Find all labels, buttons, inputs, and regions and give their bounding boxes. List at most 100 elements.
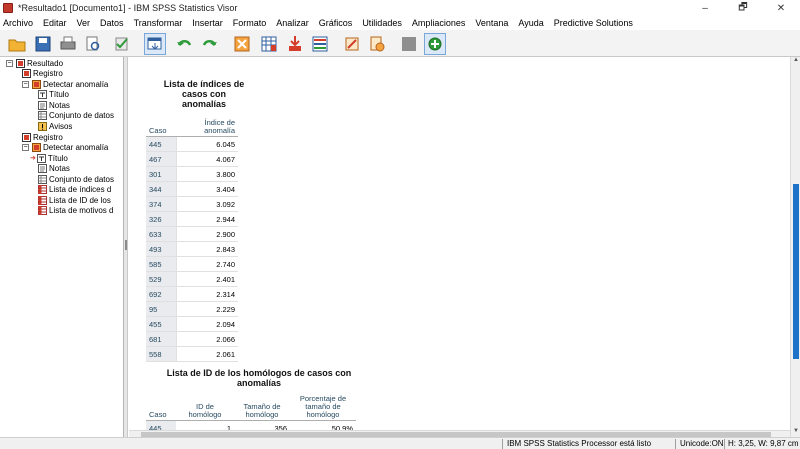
menu-insertar[interactable]: Insertar	[189, 18, 227, 28]
tree-item-label: Lista de motivos d	[49, 205, 114, 215]
case-cell: 344	[146, 181, 176, 197]
menu-ventana[interactable]: Ventana	[472, 18, 512, 28]
tree-item[interactable]: Lista de índices d	[38, 184, 111, 194]
menu-datos[interactable]: Datos	[97, 18, 128, 28]
case-cell: 326	[146, 211, 176, 227]
tree-item[interactable]: − Resultado	[6, 58, 63, 68]
case-cell: 467	[146, 151, 176, 167]
tree-item[interactable]: Notas	[38, 163, 70, 173]
anomaly-index-cell: 6.045	[175, 136, 238, 152]
menu-utilidades[interactable]: Utilidades	[359, 18, 406, 28]
menu-graficos[interactable]: Gráficos	[316, 18, 357, 28]
case-cell: 445	[146, 136, 176, 152]
tree-item-label: Resultado	[27, 58, 64, 68]
anomaly-index-cell: 2.061	[175, 346, 238, 362]
case-cell: 633	[146, 226, 176, 242]
table-row: 633 2.900	[146, 226, 238, 242]
menu-ver[interactable]: Ver	[74, 18, 95, 28]
tree-item-label: Título	[47, 153, 68, 163]
collapse-icon[interactable]: −	[22, 143, 29, 151]
print-icon[interactable]	[57, 33, 79, 55]
vertical-scrollbar[interactable]: ▲ ▼	[790, 57, 800, 437]
table-row: 692 2.314	[146, 286, 238, 302]
table-row: 558 2.061	[146, 346, 238, 362]
redo-icon[interactable]	[199, 33, 221, 55]
menu-formato[interactable]: Formato	[230, 18, 271, 28]
collapse-icon[interactable]: −	[22, 80, 29, 88]
title-bar: *Resultado1 [Documento1] - IBM SPSS Stat…	[0, 0, 800, 16]
menu-bar: Archivo Editar Ver Datos Transformar Ins…	[0, 16, 800, 30]
peer-id-table: Caso ID de homólogo Tamaño de homólogo Por…	[146, 394, 356, 430]
goto-variable-icon[interactable]	[258, 33, 280, 55]
scroll-down-arrow-icon[interactable]: ▼	[791, 428, 800, 437]
peer-pct-cell: 50.9%	[290, 420, 356, 430]
dataset-icon	[38, 174, 47, 184]
menu-ampliaciones[interactable]: Ampliaciones	[409, 18, 470, 28]
tree-item-label: Notas	[49, 163, 70, 173]
menu-archivo[interactable]: Archivo	[0, 18, 37, 28]
tree-item[interactable]: − Detectar anomalía	[22, 142, 108, 152]
tree-item[interactable]: Título	[38, 89, 69, 99]
recall-dialog-icon[interactable]	[144, 33, 166, 55]
case-cell: 529	[146, 271, 176, 287]
log-icon	[16, 58, 25, 68]
menu-transformar[interactable]: Transformar	[131, 18, 187, 28]
tree-item[interactable]: Notas	[38, 100, 70, 110]
table-row: 585 2.740	[146, 256, 238, 272]
horizontal-scrollbar[interactable]	[129, 430, 790, 437]
tree-item[interactable]: Avisos	[38, 121, 72, 131]
use-sets-icon[interactable]	[341, 33, 363, 55]
open-folder-icon[interactable]	[6, 33, 28, 55]
tree-item-label: Avisos	[49, 121, 73, 131]
unicode-status: Unicode:ON	[680, 439, 724, 448]
dataset-icon	[38, 110, 47, 120]
case-cell: 95	[146, 301, 176, 317]
restore-button[interactable]: 🗗	[724, 0, 762, 16]
tree-item[interactable]: ➜ Título	[30, 153, 68, 163]
log-icon	[22, 68, 31, 78]
tree-item-label: Registro	[33, 132, 63, 142]
export-check-icon[interactable]	[111, 33, 133, 55]
print-preview-icon[interactable]	[82, 33, 104, 55]
table-row: 445 6.045	[146, 136, 238, 152]
case-cell: 692	[146, 286, 176, 302]
tree-item[interactable]: Conjunto de datos	[38, 110, 114, 120]
tree-item[interactable]: Registro	[22, 68, 63, 78]
scroll-up-arrow-icon[interactable]: ▲	[791, 57, 800, 66]
tree-item[interactable]: Lista de ID de los	[38, 195, 111, 205]
menu-predictive-solutions[interactable]: Predictive Solutions	[551, 18, 637, 28]
table-row: 95 2.229	[146, 301, 238, 317]
menu-analizar[interactable]: Analizar	[273, 18, 313, 28]
menu-ayuda[interactable]: Ayuda	[515, 18, 547, 28]
add-output-icon[interactable]	[424, 33, 446, 55]
table-icon	[38, 205, 47, 215]
goto-case-icon[interactable]	[231, 33, 253, 55]
tree-item[interactable]: Registro	[22, 132, 63, 142]
vertical-scroll-thumb[interactable]	[793, 184, 799, 359]
col-header-anomaly-index: Índice de anomalía	[176, 118, 238, 137]
case-cell: 585	[146, 256, 176, 272]
tree-item-label: Detectar anomalía	[43, 79, 109, 89]
menu-editar[interactable]: Editar	[40, 18, 71, 28]
minimize-button[interactable]: –	[686, 0, 724, 16]
undo-icon[interactable]	[173, 33, 195, 55]
processor-status: IBM SPSS Statistics Processor está listo	[507, 439, 652, 448]
table-row: 493 2.843	[146, 241, 238, 257]
tree-item[interactable]: − Detectar anomalía	[22, 79, 108, 89]
save-disk-icon[interactable]	[32, 33, 54, 55]
tree-item-label: Conjunto de datos	[49, 110, 114, 120]
close-button[interactable]: ✕	[762, 0, 800, 16]
tree-item[interactable]: Conjunto de datos	[38, 174, 114, 184]
case-cell: 445	[146, 420, 176, 430]
collapse-icon[interactable]: −	[6, 59, 13, 67]
variables-icon[interactable]	[309, 33, 331, 55]
tree-item-label: Lista de ID de los	[49, 195, 111, 205]
select-cases-icon[interactable]	[366, 33, 388, 55]
table2-title: Lista de ID de los homólogos de casos co…	[166, 368, 352, 388]
splitter-grip[interactable]	[125, 240, 127, 250]
col-header-peer-size: Tamaño de homólogo	[234, 394, 290, 421]
insert-cases-icon[interactable]	[284, 33, 306, 55]
table-row: 344 3.404	[146, 181, 238, 197]
tree-item[interactable]: Lista de motivos d	[38, 205, 113, 215]
output-content: Lista de índices de casos con anomalías …	[129, 57, 790, 430]
